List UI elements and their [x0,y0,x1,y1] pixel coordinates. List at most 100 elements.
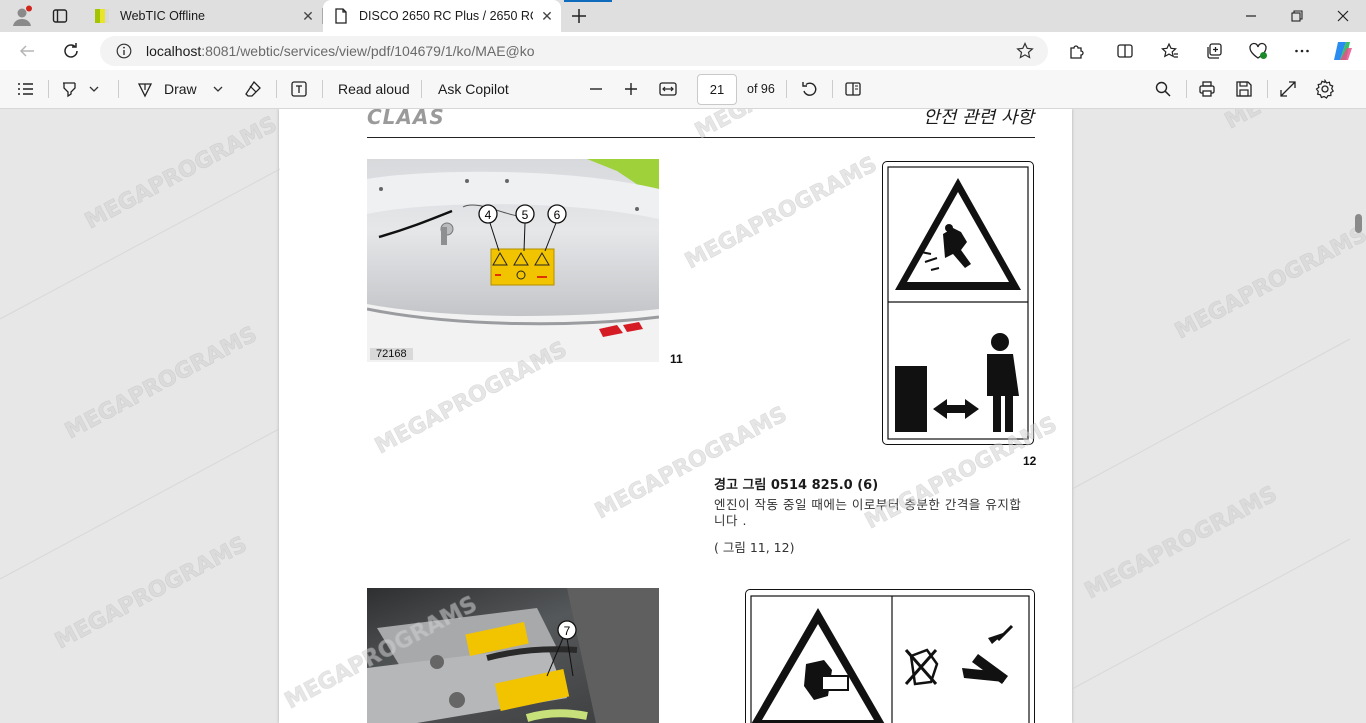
print-button[interactable] [1198,70,1216,108]
pdf-page: CLAAS 안전 관련 사항 4 5 6 72168 11 12 경고 그림 0… [279,109,1072,723]
fit-width-icon [659,82,677,96]
photo-id-label: 72168 [370,348,413,360]
zoom-out-button[interactable] [588,70,604,108]
settings-more-button[interactable] [1287,37,1317,65]
collections-button[interactable] [1199,37,1229,65]
toolbar-divider [832,80,833,98]
refresh-button[interactable] [56,37,86,65]
callout-7: 7 [564,624,571,638]
ask-copilot-button[interactable]: Ask Copilot [438,70,509,108]
draw-label: Draw [164,81,197,97]
claas-logo: CLAAS [367,109,445,129]
back-button[interactable] [12,37,42,65]
pdf-viewer[interactable]: CLAAS 안전 관련 사항 4 5 6 72168 11 12 경고 그림 0… [0,109,1366,723]
url-host: localhost [146,43,202,59]
scrollbar-thumb[interactable] [1355,214,1362,233]
machine-photo-decals: 4 5 6 72168 [367,159,659,362]
chevron-down-icon [89,86,99,92]
address-bar: localhost:8081/webtic/services/view/pdf/… [0,32,1366,70]
print-icon [1199,81,1215,97]
extensions-button[interactable] [1062,37,1092,65]
zoom-in-button[interactable] [623,70,639,108]
tab-strip: WebTIC Offline ✕ DISCO 2650 RC Plus / 26… [0,0,1366,32]
close-tab-icon[interactable]: ✕ [294,8,322,25]
warning-decal-crush-hazard [745,589,1035,723]
page-number-input[interactable]: 21 [697,74,737,105]
contents-button[interactable] [16,70,34,108]
callout-5: 5 [522,208,529,222]
find-button[interactable] [1154,70,1172,108]
favorite-star-icon[interactable] [1016,42,1034,60]
new-tab-button[interactable] [566,4,592,28]
profile-icon[interactable] [10,5,34,27]
split-screen-icon [1117,44,1133,58]
save-icon [1236,81,1252,97]
close-tab-icon[interactable]: ✕ [533,8,561,25]
watermark-text: MEGAPROGRAMS [61,322,261,444]
header-rule [367,137,1035,138]
warning-heading: 경고 그림 0514 825.0 (6) [714,478,879,493]
total-pages-label: of 96 [747,82,775,96]
read-aloud-button[interactable]: Read aloud [338,70,410,108]
favorites-button[interactable] [1155,37,1185,65]
warning-figure-reference: ( 그림 11, 12) [714,540,795,555]
add-text-button[interactable] [290,70,308,108]
draw-button[interactable]: Draw [136,70,197,108]
chevron-down-icon [213,86,223,92]
draw-pen-icon [137,83,153,98]
draw-options-dropdown[interactable] [212,70,224,108]
vertical-scrollbar[interactable] [1350,109,1366,723]
watermark-text: MEGAPROGRAMS [1081,482,1281,604]
rotate-icon [802,82,817,96]
webtic-favicon-icon [95,9,109,23]
highlight-button[interactable] [60,70,78,108]
url-path: :8081/webtic/services/view/pdf/104679/1/… [201,43,535,59]
read-aloud-label: Read aloud [338,81,410,97]
loading-indicator [564,0,612,2]
toolbar-divider [322,80,323,98]
tab-disco-pdf[interactable]: DISCO 2650 RC Plus / 2650 RC ✕ [323,0,561,32]
minus-icon [590,88,602,90]
eraser-icon [245,80,261,97]
puzzle-icon [1070,45,1084,59]
erase-button[interactable] [244,70,262,108]
collections-icon [1207,43,1222,59]
toolbar-divider [786,80,787,98]
fit-to-width-button[interactable] [658,70,678,108]
fullscreen-button[interactable] [1279,70,1297,108]
pdf-settings-button[interactable] [1315,70,1335,108]
refresh-icon [64,43,78,58]
more-dots-icon [1295,49,1309,53]
page-view-button[interactable] [844,70,862,108]
tab-webtic-offline[interactable]: WebTIC Offline ✕ [84,0,322,32]
rotate-button[interactable] [800,70,818,108]
figure-number-12: 12 [1023,454,1037,468]
tab-actions-icon[interactable] [48,5,72,27]
warning-body: 엔진이 작동 중일 때에는 이로부터 충분한 간격을 유지합니다 . [714,497,1022,528]
plus-icon [572,9,586,23]
expand-icon [1280,81,1296,97]
search-icon [1155,81,1171,97]
url-text: localhost:8081/webtic/services/view/pdf/… [146,43,535,59]
save-button[interactable] [1235,70,1253,108]
split-screen-button[interactable] [1110,37,1140,65]
copilot-icon [1334,42,1352,60]
copilot-button[interactable] [1328,37,1358,65]
url-field[interactable]: localhost:8081/webtic/services/view/pdf/… [100,36,1048,66]
close-window-button[interactable] [1320,0,1366,32]
heart-pulse-icon [1249,42,1267,59]
restore-button[interactable] [1274,0,1320,32]
watermark-text: MEGAPROGRAMS [1221,109,1366,134]
table-of-contents-icon [18,83,33,95]
site-info-icon[interactable] [116,43,132,59]
minimize-button[interactable] [1228,0,1274,32]
warning-decal-keep-distance [882,161,1034,445]
two-page-view-icon [845,82,861,96]
toolbar-divider [48,80,49,98]
arrow-left-icon [19,45,34,57]
text-box-icon [291,81,307,97]
pdf-toolbar: Draw Read aloud Ask Copilot 21 of 96 [0,70,1366,109]
toolbar-divider [118,80,119,98]
highlight-options-dropdown[interactable] [88,70,100,108]
browser-essentials-button[interactable] [1243,37,1273,65]
